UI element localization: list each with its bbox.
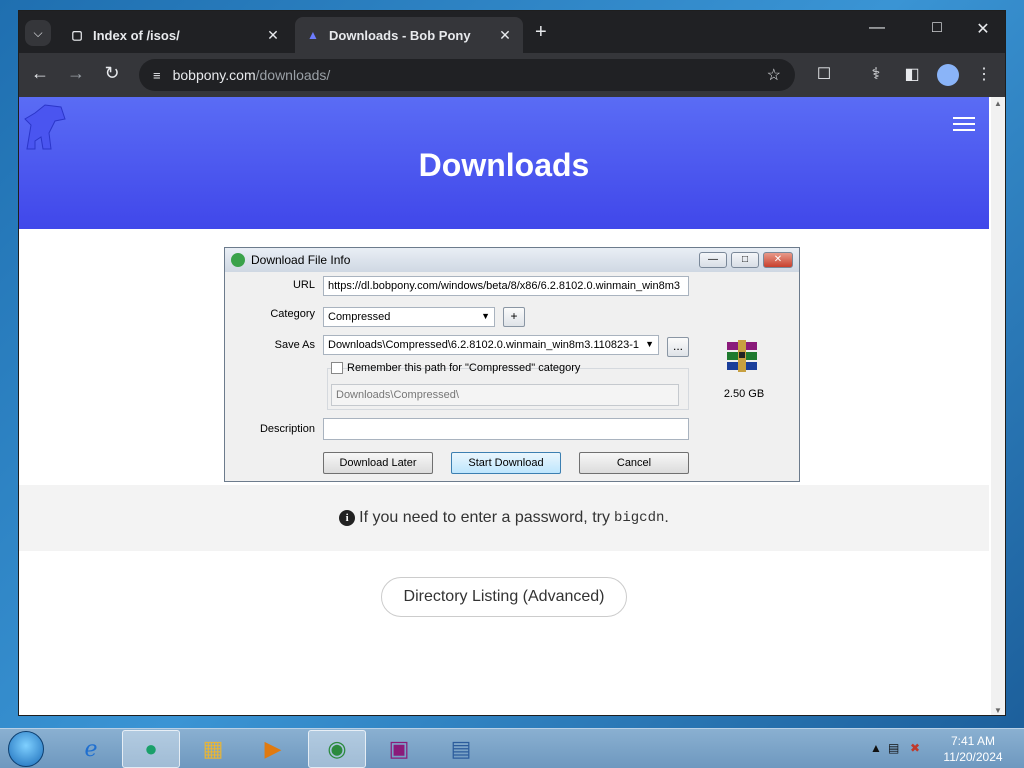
- maximize-button[interactable]: □: [919, 19, 955, 37]
- info-code: bigcdn: [613, 510, 665, 526]
- page-scrollbar[interactable]: ▲ ▼: [991, 97, 1005, 715]
- start-download-button[interactable]: Start Download: [451, 452, 561, 474]
- dialog-body: URL https://dl.bobpony.com/windows/beta/…: [225, 272, 799, 481]
- show-hidden-icons-icon[interactable]: ▲: [870, 741, 882, 755]
- close-window-button[interactable]: ✕: [965, 19, 1001, 39]
- cancel-button[interactable]: Cancel: [579, 452, 689, 474]
- scroll-up-icon[interactable]: ▲: [994, 99, 1002, 108]
- chevron-down-icon: ▼: [481, 311, 490, 321]
- tab-title: Index of /isos/: [93, 27, 180, 43]
- description-label: Description: [259, 423, 315, 435]
- scroll-down-icon[interactable]: ▼: [994, 706, 1002, 715]
- volume-muted-icon[interactable]: ✖: [910, 741, 920, 755]
- tab-title: Downloads - Bob Pony: [329, 27, 471, 43]
- chevron-down-icon: ▼: [645, 339, 654, 349]
- info-text: If you need to enter a password, try: [359, 509, 610, 526]
- network-computer-icon[interactable]: ▤: [432, 730, 490, 768]
- idm-taskbar-icon[interactable]: ◉: [308, 730, 366, 768]
- save-as-select[interactable]: Downloads\Compressed\6.2.8102.0.winmain_…: [323, 335, 659, 355]
- chrome-app-icon[interactable]: ●: [122, 730, 180, 768]
- category-path-field: Downloads\Compressed\: [331, 384, 679, 406]
- network-tray-icon[interactable]: ▤: [888, 741, 899, 755]
- close-tab-icon[interactable]: ✕: [497, 27, 513, 44]
- forward-button[interactable]: →: [63, 63, 89, 84]
- tab-index-of-isos[interactable]: ▢ Index of /isos/ ✕: [59, 17, 291, 53]
- category-value: Compressed: [328, 311, 391, 323]
- tab-search-button[interactable]: ⌵: [25, 20, 51, 46]
- hamburger-menu-icon[interactable]: [953, 117, 975, 135]
- url-field[interactable]: https://dl.bobpony.com/windows/beta/8/x8…: [323, 276, 689, 296]
- side-panel-icon[interactable]: ◧: [901, 64, 923, 84]
- add-category-button[interactable]: +: [503, 307, 525, 327]
- folder-icon: ▢: [71, 28, 83, 42]
- internet-explorer-icon[interactable]: ℯ: [62, 730, 120, 768]
- description-field[interactable]: [323, 418, 689, 440]
- idm-icon: [231, 253, 245, 267]
- labs-flask-icon[interactable]: ⚕: [865, 64, 887, 84]
- password-info-bar: i If you need to enter a password, try b…: [19, 485, 989, 551]
- back-button[interactable]: ←: [27, 63, 53, 84]
- start-button[interactable]: [8, 731, 44, 767]
- taskbar: ℯ ● ▦ ▶ ◉ ▣ ▤ ▲ ▤ ✖ 7:41 AM 11/20/2024: [0, 728, 1024, 768]
- info-end: .: [664, 509, 669, 526]
- clock[interactable]: 7:41 AM 11/20/2024: [930, 733, 1016, 765]
- save-as-value: Downloads\Compressed\6.2.8102.0.winmain_…: [328, 339, 640, 351]
- extensions-icon[interactable]: ☐: [813, 64, 835, 84]
- directory-listing-button[interactable]: Directory Listing (Advanced): [381, 577, 627, 617]
- reload-button[interactable]: ↻: [99, 63, 125, 84]
- clock-time: 7:41 AM: [950, 734, 996, 748]
- save-as-label: Save As: [274, 339, 315, 351]
- browser-toolbar: ← → ↻ ≡ bobpony.com/downloads/ ☆ ☐ ⚕ ◧ ⋮: [19, 53, 1005, 97]
- minimize-button[interactable]: —: [859, 19, 895, 37]
- url-label: URL: [292, 279, 315, 291]
- site-info-icon[interactable]: ≡: [153, 68, 161, 83]
- page-title: Downloads: [418, 147, 590, 183]
- tab-bar: ⌵ ▢ Index of /isos/ ✕ ▲ Downloads - Bob …: [19, 11, 1005, 53]
- bobpony-favicon-icon: ▲: [307, 28, 319, 42]
- address-bar[interactable]: ≡ bobpony.com/downloads/ ☆: [139, 59, 795, 91]
- category-select[interactable]: Compressed ▼: [323, 307, 495, 327]
- bobpony-logo-icon[interactable]: [21, 103, 67, 151]
- profile-avatar[interactable]: [937, 64, 959, 86]
- dialog-title: Download File Info: [251, 253, 351, 267]
- dialog-minimize-button[interactable]: —: [699, 252, 727, 268]
- download-later-button[interactable]: Download Later: [323, 452, 433, 474]
- dialog-close-button[interactable]: ✕: [763, 252, 793, 268]
- download-file-info-dialog: Download File Info — □ ✕ URL https://dl.…: [224, 247, 800, 482]
- dialog-maximize-button[interactable]: □: [731, 252, 759, 268]
- bookmark-star-icon[interactable]: ☆: [767, 65, 781, 85]
- url-path: /downloads/: [255, 67, 331, 83]
- winrar-archive-icon: [727, 340, 757, 372]
- explorer-folder-icon[interactable]: ▦: [184, 730, 242, 768]
- media-player-icon[interactable]: ▶: [244, 730, 302, 768]
- file-size: 2.50 GB: [723, 388, 765, 400]
- remember-label: Remember this path for "Compressed" cate…: [347, 362, 581, 374]
- tab-downloads-bob-pony[interactable]: ▲ Downloads - Bob Pony ✕: [295, 17, 523, 53]
- category-label: Category: [270, 308, 315, 320]
- close-tab-icon[interactable]: ✕: [265, 27, 281, 44]
- new-tab-button[interactable]: +: [535, 21, 547, 44]
- remember-checkbox[interactable]: [331, 362, 343, 374]
- url-host: bobpony.com: [172, 67, 256, 83]
- browse-button[interactable]: ...: [667, 337, 689, 357]
- clock-date: 11/20/2024: [943, 750, 1003, 764]
- info-icon: i: [339, 510, 356, 526]
- winrar-taskbar-icon[interactable]: ▣: [370, 730, 428, 768]
- menu-kebab-icon[interactable]: ⋮: [973, 64, 995, 84]
- hero-banner: Downloads: [19, 97, 989, 229]
